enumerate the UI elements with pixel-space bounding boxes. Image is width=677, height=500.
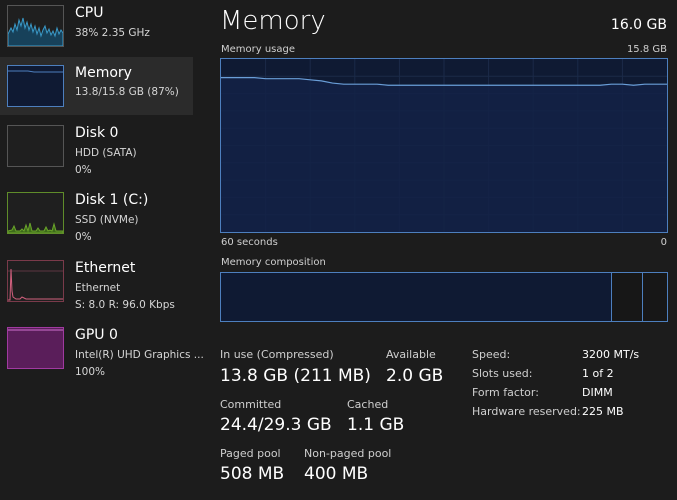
time-span-label: 60 seconds <box>221 237 278 248</box>
sidebar-item-subtitle: 13.8/15.8 GB (87%) <box>75 86 179 98</box>
composition-label: Memory composition <box>221 257 326 268</box>
cached-label: Cached <box>347 398 389 411</box>
sidebar-item-gpu-0[interactable]: GPU 0 Intel(R) UHD Graphics ... 100% <box>0 322 204 388</box>
sidebar-item-value: S: 8.0 R: 96.0 Kbps <box>75 299 175 311</box>
sidebar-item-title: Disk 0 <box>75 125 119 141</box>
non-paged-pool-label: Non-paged pool <box>304 447 392 460</box>
sidebar-item-disk-0[interactable]: Disk 0 HDD (SATA) 0% <box>0 120 193 186</box>
memory-usage-graph <box>220 58 668 233</box>
composition-in-use-segment <box>221 273 612 321</box>
paged-pool-value: 508 MB <box>220 464 285 484</box>
hardware-reserved-label: Hardware reserved: <box>472 405 581 418</box>
sidebar-item-title: Ethernet <box>75 260 136 276</box>
memory-usage-chart <box>221 59 667 232</box>
usage-graph-label: Memory usage <box>221 44 296 55</box>
memory-composition-bar[interactable] <box>220 272 668 322</box>
form-factor-value: DIMM <box>582 386 613 399</box>
memory-graph-icon <box>7 65 64 107</box>
usage-area <box>221 77 667 232</box>
page-title: Memory <box>220 6 326 36</box>
disk-graph-icon <box>7 125 64 167</box>
sidebar-item-title: GPU 0 <box>75 327 118 343</box>
disk-graph-icon <box>7 192 64 234</box>
cpu-graph-icon <box>7 5 64 47</box>
sidebar-item-value: 0% <box>75 231 92 243</box>
sidebar-item-memory[interactable]: Memory 13.8/15.8 GB (87%) <box>0 57 193 115</box>
cached-value: 1.1 GB <box>347 415 405 435</box>
non-paged-pool-value: 400 MB <box>304 464 369 484</box>
committed-label: Committed <box>220 398 282 411</box>
form-factor-label: Form factor: <box>472 386 539 399</box>
slots-used-label: Slots used: <box>472 367 533 380</box>
in-use-value: 13.8 GB (211 MB) <box>220 366 371 386</box>
available-label: Available <box>386 348 436 361</box>
sidebar-item-subtitle: SSD (NVMe) <box>75 214 139 226</box>
ethernet-graph-icon <box>7 260 64 302</box>
sidebar-item-title: Memory <box>75 65 132 81</box>
available-value: 2.0 GB <box>386 366 444 386</box>
speed-label: Speed: <box>472 348 511 361</box>
composition-standby-segment <box>611 273 643 321</box>
sidebar-item-subtitle: Ethernet <box>75 282 121 294</box>
sidebar-item-subtitle: 38% 2.35 GHz <box>75 27 150 39</box>
sidebar-item-value: 100% <box>75 366 106 378</box>
sidebar-item-title: CPU <box>75 5 104 21</box>
usage-graph-max: 15.8 GB <box>626 44 667 55</box>
sidebar-item-value: 0% <box>75 164 92 176</box>
total-memory: 16.0 GB <box>610 17 667 33</box>
time-end-label: 0 <box>660 237 667 248</box>
speed-value: 3200 MT/s <box>582 348 640 361</box>
gpu-graph-icon <box>7 327 64 369</box>
sidebar-item-ethernet[interactable]: Ethernet Ethernet S: 8.0 R: 96.0 Kbps <box>0 255 193 321</box>
sidebar: CPU 38% 2.35 GHz Memory 13.8/15.8 GB (87… <box>0 0 204 500</box>
sidebar-item-subtitle: Intel(R) UHD Graphics ... <box>75 349 204 361</box>
sidebar-item-title: Disk 1 (C:) <box>75 192 149 208</box>
slots-used-value: 1 of 2 <box>582 367 614 380</box>
sidebar-item-disk-1[interactable]: Disk 1 (C:) SSD (NVMe) 0% <box>0 187 193 253</box>
paged-pool-label: Paged pool <box>220 447 281 460</box>
in-use-label: In use (Compressed) <box>220 348 334 361</box>
committed-value: 24.4/29.3 GB <box>220 415 332 435</box>
sidebar-item-subtitle: HDD (SATA) <box>75 147 137 159</box>
hardware-reserved-value: 225 MB <box>582 405 624 418</box>
